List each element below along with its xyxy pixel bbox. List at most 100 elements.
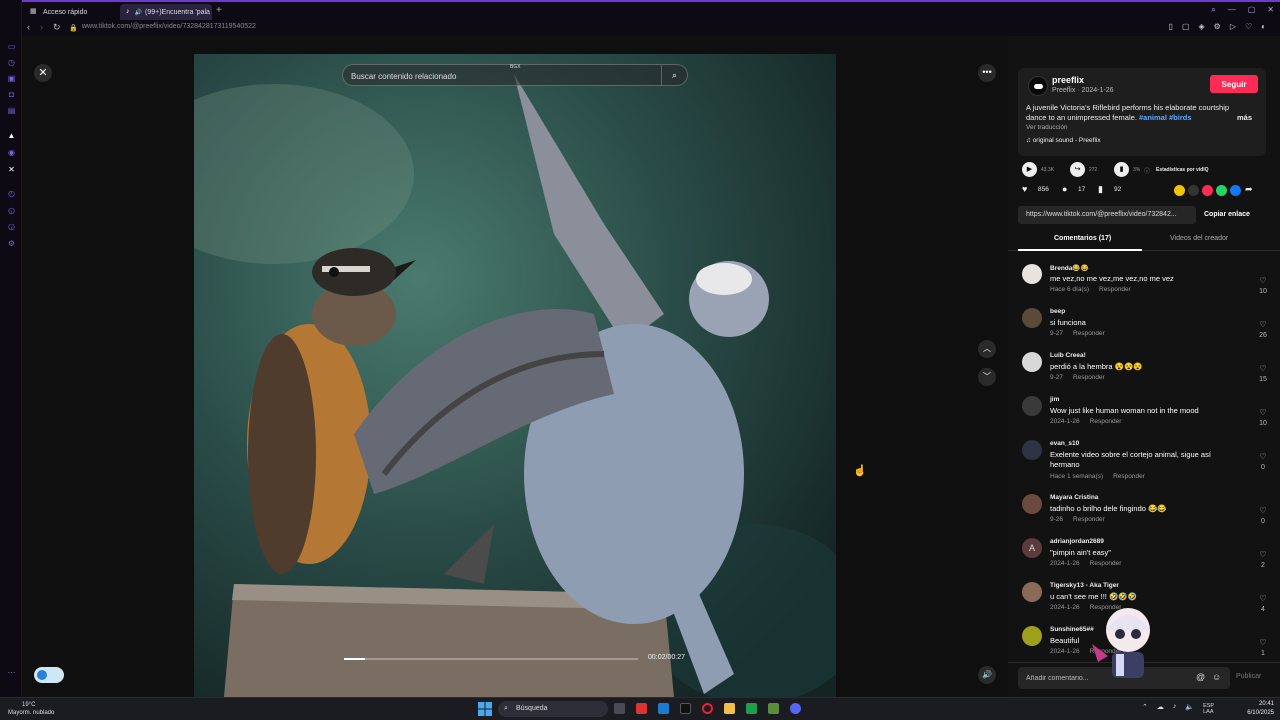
reply-button[interactable]: Responder — [1090, 418, 1122, 425]
sound-link[interactable]: ♫ original sound - Preeflix — [1026, 137, 1101, 144]
shield-icon[interactable]: ◈ — [1199, 22, 1205, 31]
avatar[interactable] — [1022, 626, 1042, 646]
avatar[interactable] — [1022, 264, 1042, 284]
like-heart-icon[interactable]: ♡ — [1256, 408, 1270, 417]
translate-link[interactable]: Ver traducción — [1026, 124, 1068, 131]
onedrive-icon[interactable]: ☁ — [1157, 703, 1164, 715]
autoscroll-toggle[interactable] — [34, 667, 64, 683]
box-icon[interactable]: ▣ — [7, 74, 16, 83]
x-app-icon[interactable] — [680, 703, 691, 714]
follow-button[interactable]: Seguir — [1210, 75, 1258, 93]
like-heart-icon[interactable]: ♡ — [1256, 320, 1270, 329]
windows-start-icon[interactable] — [478, 702, 492, 716]
comment-user[interactable]: Tigersky13 - Aka Tiger — [1050, 582, 1119, 589]
reply-button[interactable]: Responder — [1090, 560, 1122, 567]
history2-icon[interactable]: ◵ — [7, 206, 16, 215]
like-heart-icon[interactable]: ♡ — [1256, 276, 1270, 285]
task-view-icon[interactable] — [614, 703, 625, 714]
clock[interactable]: 20:41 6/10/2025 — [1247, 700, 1274, 718]
info-icon[interactable]: ⓘ — [1144, 166, 1150, 175]
like-heart-icon[interactable]: ♡ — [1256, 506, 1270, 515]
copy-link-button[interactable]: Copiar enlace — [1204, 206, 1250, 224]
more-link[interactable]: más — [1237, 113, 1252, 122]
close-video-button[interactable]: ✕ — [34, 64, 52, 82]
reply-button[interactable]: Responder — [1099, 286, 1131, 293]
back-icon[interactable]: ‹ — [27, 22, 30, 32]
aria-icon[interactable]: ◐ — [1261, 22, 1266, 31]
creator-name[interactable]: preeflix — [1052, 75, 1084, 85]
avatar[interactable] — [1022, 396, 1042, 416]
like-heart-icon[interactable]: ♡ — [1256, 594, 1270, 603]
comment-user[interactable]: Mayara Cristina — [1050, 494, 1098, 501]
tab-creator-videos[interactable]: Videos del creador — [1170, 235, 1228, 242]
avatar[interactable] — [1022, 582, 1042, 602]
reply-button[interactable]: Responder — [1073, 374, 1105, 381]
emoji-icon[interactable]: ☺ — [1212, 672, 1221, 682]
reply-button[interactable]: Responder — [1113, 473, 1145, 480]
like-heart-icon[interactable]: ♡ — [1256, 550, 1270, 559]
minimize-button[interactable]: — — [1228, 5, 1236, 15]
share-more-icon[interactable]: ➦ — [1245, 184, 1253, 195]
discord-icon[interactable] — [790, 703, 801, 714]
aria-icon[interactable]: ▲ — [7, 131, 16, 140]
close-window-button[interactable]: ✕ — [1267, 5, 1274, 15]
home-icon[interactable]: ▭ — [7, 42, 16, 51]
embed-icon[interactable] — [1188, 185, 1199, 196]
vscode-icon[interactable] — [658, 703, 669, 714]
minecraft-icon[interactable] — [768, 703, 779, 714]
publish-button[interactable]: Publicar — [1236, 673, 1261, 680]
notes-icon[interactable]: ▤ — [7, 106, 16, 115]
tab-tiktok[interactable]: ♪ 🔊 (99+)Encuentra 'pala — [120, 4, 212, 20]
more-options-button[interactable]: ••• — [978, 64, 996, 82]
reload-icon[interactable]: ↻ — [53, 22, 61, 33]
excel-icon[interactable] — [746, 703, 757, 714]
snapshot-icon[interactable]: ▢ — [1182, 22, 1190, 31]
play-icon[interactable]: ▷ — [1230, 22, 1236, 31]
comment-user[interactable]: Luib Creea! — [1050, 352, 1086, 359]
reply-button[interactable]: Responder — [1073, 330, 1105, 337]
x-icon[interactable]: ✕ — [7, 165, 16, 174]
bookmark-icon[interactable]: ▯ — [1169, 22, 1173, 31]
comment-user[interactable]: jim — [1050, 396, 1059, 403]
coin-icon[interactable] — [1174, 185, 1185, 196]
mic-icon[interactable]: ♪ — [1173, 703, 1177, 715]
avatar[interactable]: A — [1022, 538, 1042, 558]
url-field[interactable]: www.tiktok.com/@preeflix/video/732842817… — [82, 23, 256, 30]
like-icon[interactable]: ♥ — [1022, 184, 1027, 194]
tab-quick-access[interactable]: ▦ Acceso rápido — [24, 4, 118, 20]
reply-button[interactable]: Responder — [1073, 516, 1105, 523]
previous-video-button[interactable]: ︿ — [978, 340, 996, 358]
new-tab-button[interactable]: + — [216, 5, 222, 16]
volume-button[interactable]: 🔊 — [978, 666, 996, 684]
related-search-input[interactable] — [351, 69, 651, 83]
instagram-icon[interactable]: ◘ — [7, 90, 16, 99]
language-indicator[interactable]: ESP LAA — [1203, 703, 1214, 715]
vpn-icon[interactable]: ⚙ — [1214, 22, 1221, 31]
like-heart-icon[interactable]: ♡ — [1256, 638, 1270, 647]
taskbar-search[interactable]: ⌕ Búsqueda — [498, 701, 608, 717]
comment-user[interactable]: beep — [1050, 308, 1065, 315]
clock-icon[interactable]: ◴ — [7, 189, 16, 198]
facebook-icon[interactable] — [1230, 185, 1241, 196]
save-icon[interactable]: ▮ — [1098, 184, 1103, 195]
heart-icon[interactable]: ♡ — [1245, 22, 1252, 31]
search-icon[interactable]: ⌕ — [661, 65, 687, 85]
whatsapp-icon[interactable] — [1216, 185, 1227, 196]
creator-avatar[interactable] — [1028, 76, 1048, 96]
tab-comments[interactable]: Comentarios (17) — [1054, 235, 1111, 242]
avatar[interactable] — [1022, 440, 1042, 460]
more-icon[interactable]: ⋯ — [7, 668, 16, 677]
avatar[interactable] — [1022, 352, 1042, 372]
comment-user[interactable]: evan_s10 — [1050, 440, 1079, 447]
maximize-button[interactable]: ▢ — [1248, 5, 1256, 15]
downloads-icon[interactable]: ◶ — [7, 222, 16, 231]
history-icon[interactable]: ◷ — [7, 58, 16, 67]
hashtags[interactable]: #animal #birds — [1139, 113, 1192, 122]
comment-user[interactable]: adrianjordan2689 — [1050, 538, 1104, 545]
mention-icon[interactable]: @ — [1196, 672, 1205, 682]
like-heart-icon[interactable]: ♡ — [1256, 364, 1270, 373]
weather-widget[interactable]: 19°C Mayorm. nublado — [8, 701, 54, 717]
comment-user[interactable]: Brenda😂😂 — [1050, 264, 1089, 272]
volume-icon[interactable]: 🔈 — [1185, 703, 1194, 715]
forward-icon[interactable]: › — [40, 22, 43, 32]
